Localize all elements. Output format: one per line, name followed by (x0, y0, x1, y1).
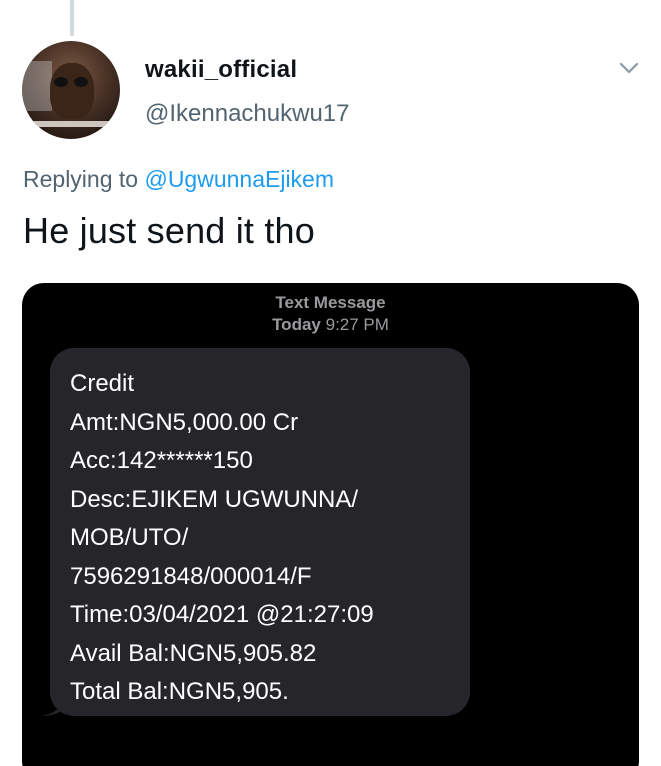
message-text: Credit Amt:NGN5,000.00 Cr Acc:142******1… (70, 365, 374, 712)
sms-header-time: 9:27 PM (325, 315, 389, 334)
message-line: 7596291848/000014/F (70, 562, 312, 590)
message-line: Time:03/04/2021 @21:27:09 (70, 601, 374, 628)
message-line: Acc:142******150 (70, 447, 253, 474)
message-line: Credit (70, 370, 135, 397)
message-line: Avail Bal:NGN5,905.82 (70, 639, 317, 667)
sms-header-timestamp: Today 9:27 PM (22, 314, 639, 336)
user-handle[interactable]: @Ikennachukwu17 (145, 100, 350, 128)
tweet-text: He just send it tho (23, 210, 315, 251)
message-bubble: Credit Amt:NGN5,000.00 Cr Acc:142******1… (50, 348, 470, 716)
replying-to: Replying to @UgwunnaEjikem (23, 166, 334, 193)
replying-to-label: Replying to (23, 166, 139, 192)
tweet-media-image[interactable]: Text Message Today 9:27 PM Credit Amt:NG… (22, 283, 639, 766)
sms-header-day: Today (272, 315, 321, 334)
thread-connector-line (70, 0, 74, 36)
chevron-down-icon[interactable] (618, 60, 640, 76)
avatar[interactable] (22, 41, 120, 139)
tweet: wakii_official @Ikennachukwu17 Replying … (0, 0, 661, 766)
message-line: Total Bal:NGN5,905. (70, 678, 289, 705)
sms-header: Text Message Today 9:27 PM (22, 292, 639, 336)
sms-header-title: Text Message (275, 293, 386, 312)
message-line: Amt:NGN5,000.00 Cr (70, 408, 299, 436)
display-name[interactable]: wakii_official (145, 56, 297, 84)
avatar-sunglasses (54, 77, 90, 87)
message-line: Desc:EJIKEM UGWUNNA/ (70, 485, 359, 513)
message-line: MOB/UTO/ (70, 524, 189, 551)
replying-to-mention[interactable]: @UgwunnaEjikem (144, 166, 334, 192)
